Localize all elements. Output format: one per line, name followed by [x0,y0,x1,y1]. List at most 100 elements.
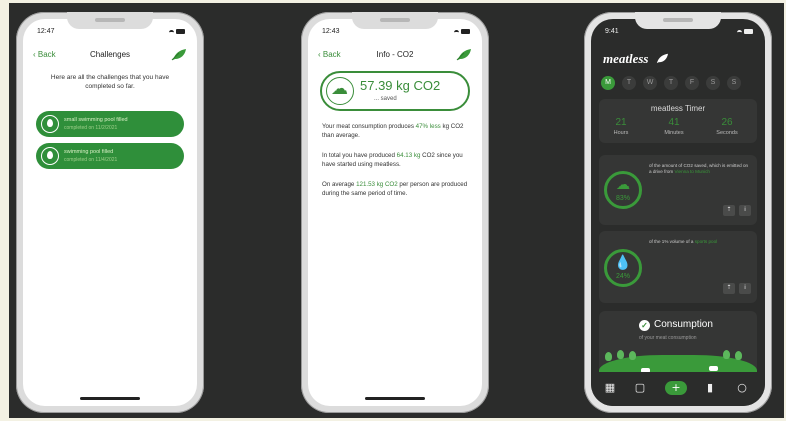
signal-battery-icon [737,29,753,35]
timer-hours-value: 21 [615,117,627,128]
info-icon[interactable]: i [739,205,751,216]
highlight: 64.13 kg [396,152,421,159]
challenge-item[interactable]: small swimming pool filled completed on … [36,111,184,137]
phone-dashboard: 9:41 meatless M T W T F S S meatless Tim… [584,12,772,413]
challenge-date: completed on 11/4/2021 [64,157,118,163]
status-bar: 9:41 [605,28,753,38]
co2-percent: 83% [615,195,630,202]
co2-saved-card: 57.39 kg CO2 ... saved [320,71,470,111]
intro-text: Here are all the challenges that you hav… [50,74,170,90]
co2-card-text: of the amount of CO2 saved, which is emi… [649,163,751,175]
challenges-screen: 12:47 ‹ Back Challenges Here are all the… [23,19,197,406]
tree-illustration [629,351,636,360]
status-bar: 12:47 [37,28,185,38]
co2-value: 57.39 kg CO2 [360,78,441,93]
day-button[interactable]: F [685,76,699,90]
dashboard-icon[interactable]: ▦ [603,381,617,395]
settings-icon[interactable]: ○ [735,381,749,395]
check-icon: ✓ [639,320,650,331]
day-button[interactable]: W [643,76,657,90]
consumption-card[interactable]: ✓ Consumption of your meat consumption [599,311,757,381]
app-logo: meatless [603,51,649,66]
co2-progress-card[interactable]: ☁ 83% of the amount of CO2 saved, which … [599,155,757,225]
info-screen: 12:43 ‹ Back Info - CO2 57.39 kg CO2 ...… [308,19,482,406]
leaf-logo-icon [171,49,186,61]
signal-battery-icon [454,29,470,35]
timer-minutes-label: Minutes [664,130,684,136]
nav-bar: ‹ Back Challenges [33,47,187,65]
calendar-icon[interactable]: ▢ [633,381,647,395]
page-title: Info - CO2 [376,50,414,59]
co2-saved-label: ... saved [374,96,397,102]
co2-progress-ring: ☁ 83% [604,171,642,209]
timer-seconds-label: Seconds [716,130,738,136]
page-title: Challenges [89,50,131,59]
highlight: 47% less [415,123,441,130]
water-percent: 24% [615,273,630,280]
day-button[interactable]: M [601,76,615,90]
phone-challenges: 12:47 ‹ Back Challenges Here are all the… [16,12,204,413]
share-icon[interactable]: ⇡ [723,283,735,294]
text: On average [322,181,357,188]
phone-info-co2: 12:43 ‹ Back Info - CO2 57.39 kg CO2 ...… [301,12,489,413]
text: Your meat consumption produces [322,123,416,130]
water-drop-icon [41,147,59,165]
timer-seconds-value: 26 [721,117,733,128]
notch [67,12,153,29]
text: of the 1% volume of a [649,239,695,244]
add-icon[interactable]: + [665,381,687,395]
challenge-title: swimming pool filled [64,149,114,155]
info-paragraph: On average 121.53 kg CO2 per person are … [322,181,472,198]
share-icon[interactable]: ⇡ [723,205,735,216]
timer-card: meatless Timer 21 Hours 41 Minutes 26 Se… [599,99,757,143]
water-drop-icon: 💧 [614,255,632,271]
info-paragraph: Your meat consumption produces 47% less … [322,123,472,140]
timer-minutes-value: 41 [668,117,680,128]
weekday-selector: M T W T F S S [601,76,759,92]
stage: 12:47 ‹ Back Challenges Here are all the… [0,0,786,421]
water-progress-ring: 💧 24% [604,249,642,287]
highlight: 121.53 kg CO2 [356,181,398,188]
timer-title: meatless Timer [650,104,706,113]
leaf-logo-icon [456,49,471,61]
consumption-label: Consumption [654,319,713,330]
timer-hours-label: Hours [613,130,629,136]
cow-illustration [709,366,718,371]
tree-illustration [617,350,624,359]
stats-icon[interactable]: ▮ [703,381,717,395]
day-button[interactable]: S [727,76,741,90]
cloud-icon [326,77,354,105]
nav-bar: ‹ Back Info - CO2 [318,47,472,65]
signal-battery-icon [169,29,185,35]
info-paragraph: In total you have produced 64.13 kg CO2 … [322,152,472,169]
status-time: 12:47 [37,28,55,35]
home-indicator [365,397,425,400]
status-bar: 12:43 [322,28,470,38]
status-time: 9:41 [605,28,619,35]
water-card-text: of the 1% volume of a sports pool [649,239,751,245]
day-button[interactable]: T [664,76,678,90]
dashboard-screen: 9:41 meatless M T W T F S S meatless Tim… [591,19,765,406]
day-button[interactable]: T [622,76,636,90]
tree-illustration [605,352,612,361]
tree-illustration [735,351,742,360]
challenge-item[interactable]: swimming pool filled completed on 11/4/2… [36,143,184,169]
challenge-date: completed on 11/2/2021 [64,125,118,131]
cloud-icon: ☁ [616,177,630,193]
water-drop-icon [41,115,59,133]
tab-bar: ▦ ▢ + ▮ ○ [591,372,765,406]
water-progress-card[interactable]: 💧 24% of the 1% volume of a sports pool … [599,231,757,303]
tree-illustration [723,350,730,359]
consumption-subtitle: of your meat consumption [639,335,697,341]
notch [352,12,438,29]
text: In total you have produced [322,152,397,159]
highlight: sports pool [694,239,718,244]
day-button[interactable]: S [706,76,720,90]
leaf-logo-icon [656,53,668,64]
challenge-title: small swimming pool filled [64,117,128,123]
status-time: 12:43 [322,28,340,35]
highlight: Vienna to Munich [674,169,710,174]
home-indicator [80,397,140,400]
notch [635,12,721,29]
info-icon[interactable]: i [739,283,751,294]
